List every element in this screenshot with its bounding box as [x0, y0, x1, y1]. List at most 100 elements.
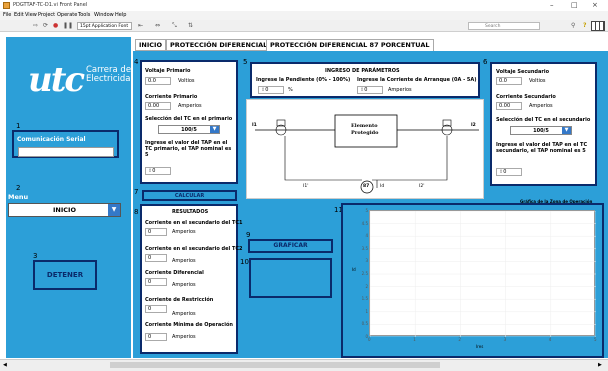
marker-3: 3	[33, 252, 38, 260]
result-unit: Amperios	[172, 258, 196, 264]
resize-icon[interactable]: ⤡	[172, 22, 177, 30]
result-label: Corriente en el secundario del TC2	[145, 246, 243, 252]
primary-current-value: 0.00	[145, 102, 171, 110]
i1-prime-label: I1'	[303, 184, 309, 189]
x-tick-label: 1	[413, 337, 416, 342]
result-unit: Amperios	[172, 229, 196, 235]
secondary-voltage-unit: Voltios	[529, 78, 546, 84]
secondary-tap-input[interactable]: ⇕0	[496, 168, 522, 176]
chevron-down-icon[interactable]: ▼	[562, 127, 571, 134]
i2-label: I2	[471, 123, 476, 128]
search-input[interactable]: Search	[468, 22, 540, 30]
run-continuous-icon[interactable]: ⟳	[43, 22, 48, 29]
secondary-tc-value: 100/5	[533, 128, 549, 134]
help-icon[interactable]: ?	[583, 22, 586, 29]
primary-current-unit: Amperios	[178, 103, 202, 109]
pause-icon[interactable]: ❚❚	[63, 22, 73, 29]
secondary-voltage-label: Voltaje Secundario	[496, 69, 549, 75]
menu-tools[interactable]: Tools	[78, 12, 90, 18]
y-tick-label: 2.5	[361, 271, 368, 276]
menu-selector-label: Menu	[8, 193, 29, 201]
y-tick-label: 3	[365, 258, 368, 264]
chevron-down-icon[interactable]: ▼	[210, 126, 219, 133]
primary-tc-selector[interactable]: 100/5 ▼	[158, 125, 220, 134]
element-label-2: Protegido	[351, 130, 379, 136]
slope-unit: %	[288, 87, 293, 93]
y-axis-label: Id	[352, 267, 356, 272]
result-unit: Amperios	[172, 311, 196, 317]
run-arrow-icon[interactable]: ⇨	[33, 22, 38, 29]
calculate-button[interactable]: CALCULAR	[142, 190, 237, 201]
primary-current-label: Corriente Primario	[145, 94, 198, 100]
result-label: Corriente Mínima de Operación	[145, 322, 233, 328]
font-selector[interactable]: 15pt Application Font	[77, 22, 132, 30]
primary-tc-label: Selección del TC en el primario	[145, 116, 233, 122]
id-label: Id	[380, 184, 385, 189]
reorder-icon[interactable]: ⇅	[188, 22, 193, 29]
y-tick-label: 4	[365, 233, 368, 239]
brand-text: Carrera de Electricidad	[86, 66, 136, 84]
tab-proteccion-porcentual[interactable]: PROTECCIÓN DIFERENCIAL 87 PORCENTUAL	[266, 39, 434, 51]
menu-view[interactable]: View	[25, 12, 37, 18]
y-tick-label: 3.5	[361, 245, 368, 251]
scroll-right-icon[interactable]: ▶	[598, 362, 602, 368]
menu-bar: File Edit View Project Operate Tools Win…	[0, 11, 608, 20]
window-title: PDGTTAF-TC-D1.vi Front Panel	[13, 2, 88, 8]
primary-voltage-label: Voltaje Primario	[145, 68, 191, 74]
slope-input[interactable]: ⇕0	[258, 86, 284, 94]
slope-label: Ingrese la Pendiente (0% - 100%)	[256, 77, 351, 83]
primary-tap-input[interactable]: ⇕0	[145, 167, 171, 175]
toolbar: ⇨ ⟳ ● ❚❚ 15pt Application Font ⇤ ⇔ ⤡ ⇅ S…	[0, 20, 608, 32]
serial-port-control: Comunicación Serial	[12, 130, 119, 158]
y-axis-ticks: 0 0.5 1 1.5 2 2.5 3 3.5 4 4.5 5	[355, 206, 369, 339]
align-icon[interactable]: ⇤	[138, 22, 143, 29]
search-icon[interactable]: ⚲	[571, 22, 575, 29]
close-button[interactable]: ×	[592, 1, 598, 9]
menu-project[interactable]: Project	[38, 12, 55, 18]
chevron-down-icon[interactable]: ▼	[108, 204, 120, 216]
chart-svg	[369, 210, 597, 338]
y-tick-label: 4.5	[361, 220, 368, 226]
start-current-input[interactable]: ⇕0	[357, 86, 383, 94]
minimize-button[interactable]: –	[550, 1, 554, 9]
element-label-1: Elemento	[351, 123, 378, 129]
menu-selector-value: INICIO	[53, 206, 76, 214]
chart-plot-area	[369, 210, 597, 338]
start-current-unit: Amperios	[388, 87, 412, 93]
serial-port-input[interactable]	[18, 147, 114, 157]
menu-file[interactable]: File	[3, 12, 11, 18]
graph-button[interactable]: GRAFICAR	[248, 239, 333, 253]
x-tick-label: 0	[368, 337, 371, 342]
result-value: 0	[145, 305, 167, 313]
serial-port-label: Comunicación Serial	[17, 136, 86, 143]
x-tick-label: 4	[548, 337, 552, 342]
secondary-tc-selector[interactable]: 100/5 ▼	[510, 126, 572, 135]
marker-4: 4	[134, 58, 139, 66]
tab-inicio[interactable]: INICIO	[135, 39, 166, 51]
app-icon	[3, 2, 10, 9]
result-value: 0	[145, 254, 167, 262]
start-current-label: Ingrese la Corriente de Arranque (0A - 5…	[357, 77, 477, 83]
result-value: 0	[145, 228, 167, 236]
horizontal-scrollbar[interactable]	[110, 362, 440, 368]
marker-8: 8	[134, 208, 139, 216]
distribute-icon[interactable]: ⇔	[155, 22, 160, 29]
secondary-tc-label: Selección del TC en el secundario	[496, 117, 591, 123]
menu-selector[interactable]: INICIO ▼	[8, 203, 121, 217]
secondary-current-unit: Amperios	[529, 103, 553, 109]
stop-button[interactable]: DETENER	[33, 260, 97, 290]
brand-line-2: Electricidad	[86, 74, 136, 84]
menu-window[interactable]: Window	[94, 12, 114, 18]
menu-operate[interactable]: Operate	[57, 12, 77, 18]
maximize-button[interactable]: □	[571, 1, 578, 9]
y-tick-label: 2	[365, 283, 368, 289]
menu-edit[interactable]: Edit	[14, 12, 24, 18]
scroll-left-icon[interactable]: ◀	[3, 362, 7, 368]
abort-icon[interactable]: ●	[53, 22, 58, 29]
result-unit: Amperios	[172, 282, 196, 288]
primary-voltage-unit: Voltios	[178, 78, 195, 84]
menu-help[interactable]: Help	[115, 12, 126, 18]
utc-logo: utc	[28, 60, 85, 100]
y-tick-label: 1	[365, 308, 368, 314]
x-tick-label: 2	[458, 337, 461, 342]
